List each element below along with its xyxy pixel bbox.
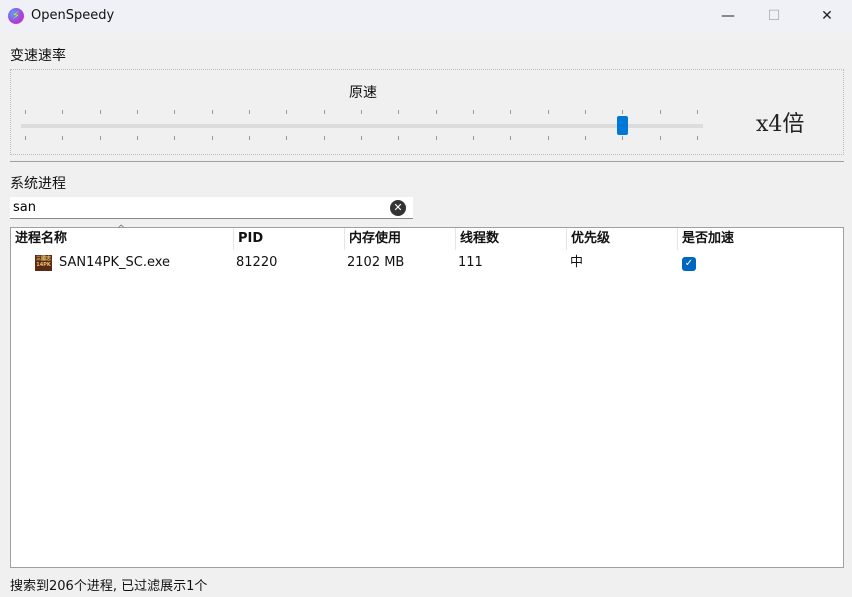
process-priority: 中 (570, 255, 584, 270)
process-threads: 111 (458, 255, 483, 270)
slider-tick (323, 110, 325, 114)
search-input[interactable] (10, 197, 380, 218)
slider-tick (99, 136, 101, 140)
status-text: 搜索到206个进程, 已过滤展示1个 (10, 579, 208, 594)
speed-section-label: 变速速率 (10, 48, 66, 64)
column-header-pid[interactable]: PID (234, 228, 345, 250)
slider-tick (435, 136, 437, 140)
slider-tick (585, 136, 586, 140)
slider-tick (697, 110, 698, 114)
divider (10, 161, 844, 162)
slider-tick (361, 136, 362, 140)
table-row[interactable]: 三國志14PK SAN14PK_SC.exe 81220 2102 MB 111… (11, 252, 843, 274)
sort-ascending-icon: ^ (117, 224, 126, 235)
process-memory: 2102 MB (347, 255, 405, 270)
process-table: 进程名称 ^ PID 内存使用 线程数 优先级 是否加速 三國志14PK SAN… (10, 224, 844, 568)
slider-tick (249, 110, 250, 114)
slider-tick (25, 136, 26, 140)
close-button[interactable]: ✕ (804, 0, 850, 33)
title-bar: ⚡ OpenSpeedy — ☐ ✕ (0, 0, 852, 33)
speed-group: 原速 x4倍 (10, 69, 844, 155)
table-header: 进程名称 ^ PID 内存使用 线程数 优先级 是否加速 (11, 224, 843, 250)
slider-tick (622, 136, 624, 140)
process-name: SAN14PK_SC.exe (59, 255, 171, 270)
slider-tick (137, 136, 138, 140)
slider-tick (435, 110, 437, 114)
slider-tick (62, 136, 64, 140)
slider-tick (398, 110, 400, 114)
speed-slider-handle[interactable] (617, 116, 629, 135)
slider-tick (62, 110, 64, 114)
clear-search-icon[interactable]: ✕ (390, 200, 406, 216)
slider-tick (585, 110, 586, 114)
speed-multiplier: x4倍 (756, 112, 805, 137)
accelerate-checkbox[interactable]: ✓ (682, 257, 696, 271)
slider-tick (659, 110, 661, 114)
minimize-button[interactable]: — (705, 0, 751, 33)
search-box: ✕ (10, 197, 413, 219)
slider-tick (99, 110, 101, 114)
slider-caption: 原速 (349, 85, 377, 101)
slider-tick (510, 110, 512, 114)
column-header-threads[interactable]: 线程数 (456, 228, 567, 250)
process-section-label: 系统进程 (10, 176, 66, 192)
slider-tick (286, 136, 288, 140)
slider-tick (547, 136, 549, 140)
slider-tick (137, 110, 138, 114)
slider-tick (25, 110, 26, 114)
slider-tick (659, 136, 661, 140)
maximize-button[interactable]: ☐ (751, 0, 797, 33)
slider-tick (211, 136, 213, 140)
slider-tick (286, 110, 288, 114)
slider-tick (323, 136, 325, 140)
slider-tick (622, 110, 624, 114)
slider-tick (510, 136, 512, 140)
slider-tick (361, 110, 362, 114)
slider-tick (473, 110, 474, 114)
slider-tick (473, 136, 474, 140)
column-header-accelerated[interactable]: 是否加速 (678, 228, 843, 250)
column-header-priority[interactable]: 优先级 (567, 228, 678, 250)
column-header-memory[interactable]: 内存使用 (345, 228, 456, 250)
slider-tick (249, 136, 250, 140)
speed-slider-track[interactable] (21, 124, 703, 128)
slider-tick (211, 110, 213, 114)
app-logo-icon: ⚡ (8, 8, 24, 24)
slider-tick (697, 136, 698, 140)
slider-tick (174, 136, 176, 140)
game-exe-icon: 三國志14PK (35, 255, 52, 271)
process-pid: 81220 (236, 255, 278, 270)
slider-tick (547, 110, 549, 114)
window-title: OpenSpeedy (31, 8, 115, 23)
slider-tick (174, 110, 176, 114)
slider-tick (398, 136, 400, 140)
